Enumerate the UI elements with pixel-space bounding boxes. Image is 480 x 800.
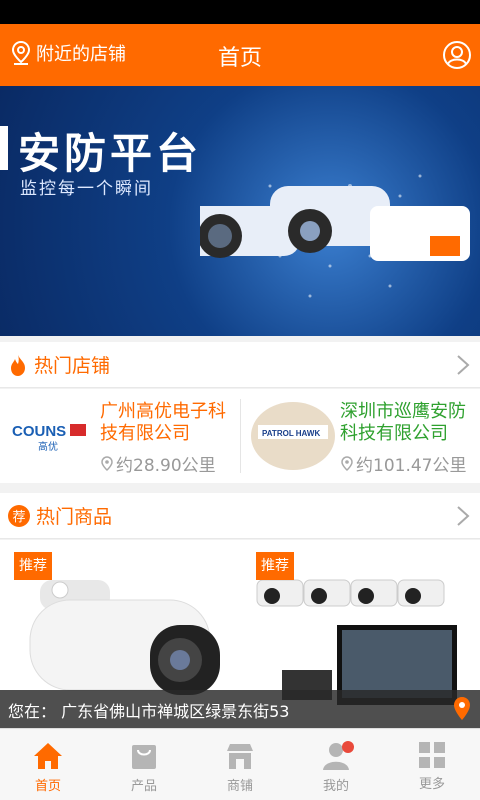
banner-decoration — [200, 174, 470, 298]
patrol-hawk-logo: PATROL HAWK — [251, 402, 335, 470]
home-icon — [34, 743, 62, 769]
current-location-bar: 您在： 广东省佛山市禅城区绿景东街53 — [0, 690, 480, 728]
svg-text:COUNS: COUNS — [12, 423, 66, 440]
tab-label: 更多 — [418, 777, 445, 792]
tab-label: 我的 — [322, 779, 349, 794]
store-distance: 约101.47公里 — [340, 451, 466, 476]
store-card[interactable]: COUNS 高优 广州高优电子科技有限公司 约28.90公里 — [0, 389, 240, 483]
tab-mine[interactable]: 我的 — [288, 729, 384, 800]
tab-label: 商铺 — [226, 779, 253, 794]
store-distance: 约28.90公里 — [100, 451, 216, 476]
store-name: 深圳市巡鹰安防科技有限公司 — [340, 401, 466, 444]
tab-more[interactable]: 更多 — [384, 729, 480, 800]
location-pin-icon — [101, 455, 113, 471]
couns-logo: COUNS 高优 — [12, 423, 86, 453]
promo-banner[interactable]: 安防平台 监控每一个瞬间 — [0, 86, 480, 336]
tab-label: 产品 — [130, 779, 157, 794]
location-pin-icon[interactable] — [452, 696, 472, 722]
store-logo: PATROL HAWK — [250, 401, 336, 471]
hot-stores-title: 热门店铺 — [34, 355, 111, 377]
grid-icon — [419, 742, 445, 768]
recommend-tag: 推荐 — [14, 552, 52, 580]
store-logo: COUNS 高优 — [10, 401, 96, 471]
status-bar — [0, 0, 480, 24]
hot-stores-header[interactable]: 热门店铺 — [0, 342, 480, 388]
banner-accent-bar — [0, 126, 8, 170]
banner-subtitle: 监控每一个瞬间 — [20, 179, 153, 199]
store-card[interactable]: PATROL HAWK 深圳市巡鹰安防科技有限公司 约101.47公里 — [240, 389, 480, 483]
chevron-right-icon[interactable] — [456, 505, 470, 527]
tab-products[interactable]: 产品 — [96, 729, 192, 800]
tab-label: 首页 — [34, 779, 61, 794]
bottom-tab-bar: 首页 产品 商铺 我的 更多 — [0, 728, 480, 800]
hot-products-header[interactable]: 荐 热门商品 — [0, 493, 480, 539]
shop-icon — [227, 744, 253, 769]
svg-text:PATROL HAWK: PATROL HAWK — [262, 429, 320, 438]
svg-text:高优: 高优 — [38, 440, 58, 453]
bag-icon — [132, 745, 156, 769]
tab-shops[interactable]: 商铺 — [192, 729, 288, 800]
top-bar: 附近的店铺 首页 — [0, 24, 480, 86]
location-pin-icon — [341, 455, 353, 471]
chevron-right-icon[interactable] — [456, 354, 470, 376]
user-icon[interactable] — [442, 40, 472, 70]
store-name: 广州高优电子科技有限公司 — [100, 401, 226, 444]
recommend-tag: 推荐 — [256, 552, 294, 580]
store-distance-text: 约101.47公里 — [356, 456, 467, 476]
store-distance-text: 约28.90公里 — [116, 456, 216, 476]
recommend-icon: 荐 — [8, 504, 30, 527]
flame-icon — [11, 354, 25, 376]
hot-stores-list: COUNS 高优 广州高优电子科技有限公司 约28.90公里 PATROL HA… — [0, 389, 480, 483]
page-title: 首页 — [217, 46, 262, 71]
banner-headline: 安防平台 — [18, 129, 203, 178]
notification-dot — [342, 741, 354, 753]
tab-home[interactable]: 首页 — [0, 729, 96, 800]
hot-products-title: 热门商品 — [36, 506, 113, 528]
current-location-text: 您在： 广东省佛山市禅城区绿景东街53 — [8, 702, 290, 721]
